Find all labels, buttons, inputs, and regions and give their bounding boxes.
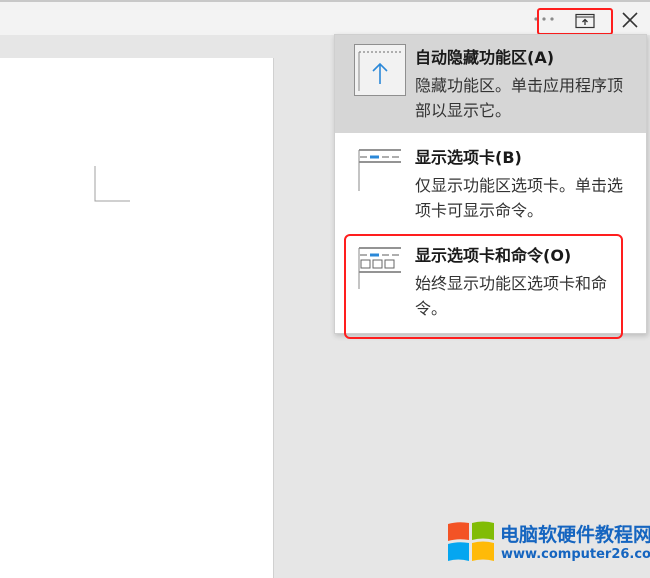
menu-item-description: 隐藏功能区。单击应用程序顶部以显示它。	[415, 76, 624, 120]
page-margin-corner-mark	[94, 166, 130, 202]
menu-item-description: 仅显示功能区选项卡。单击选项卡可显示命令。	[415, 176, 624, 220]
site-watermark: 电脑软硬件教程网 www.computer26.com	[443, 516, 650, 568]
menu-item-highlight-box	[344, 234, 623, 339]
watermark-title: 电脑软硬件教程网	[500, 524, 650, 546]
title-bar	[0, 0, 650, 35]
ribbon-button-highlight-box	[537, 8, 613, 35]
close-icon[interactable]	[619, 9, 641, 31]
menu-item-title: 显示选项卡(B)	[415, 148, 522, 167]
menu-item-title: 自动隐藏功能区(A)	[415, 48, 555, 67]
show-tabs-icon	[358, 149, 401, 191]
menu-item-auto-hide-ribbon[interactable]: 自动隐藏功能区(A) 隐藏功能区。单击应用程序顶部以显示它。	[335, 35, 646, 133]
menu-item-show-tabs[interactable]: 显示选项卡(B) 仅显示功能区选项卡。单击选项卡可显示命令。	[335, 135, 646, 233]
document-page[interactable]	[0, 58, 274, 578]
auto-hide-ribbon-icon	[354, 44, 406, 96]
watermark-url: www.computer26.com	[501, 547, 650, 562]
windows-logo-icon	[448, 521, 494, 561]
